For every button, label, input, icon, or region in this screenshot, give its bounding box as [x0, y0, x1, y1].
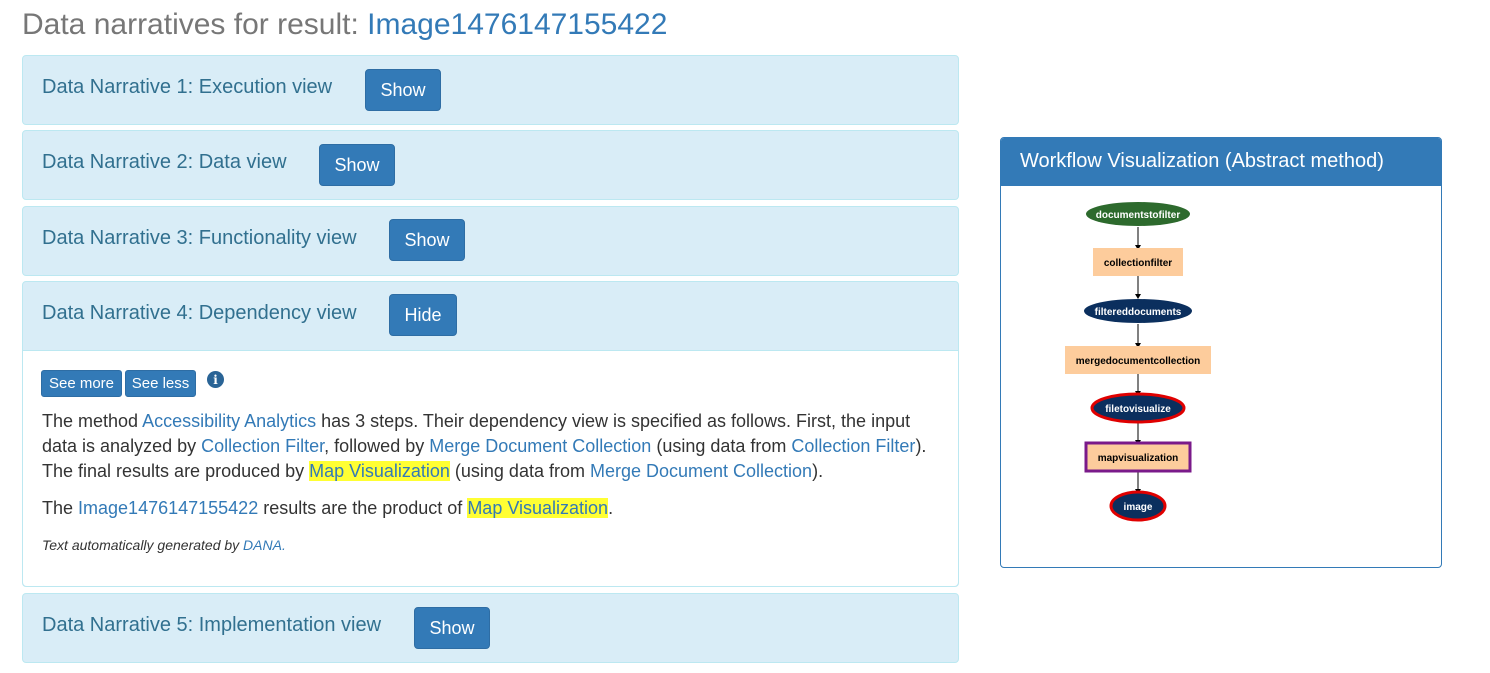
narrative-panel-implementation: Data Narrative 5: Implementation view Sh…	[22, 593, 959, 663]
info-icon[interactable]: i	[207, 371, 224, 388]
step-link[interactable]: Collection Filter	[201, 436, 324, 456]
narrative-heading: Data Narrative 5: Implementation view Sh…	[23, 594, 958, 662]
workflow-node-label: filtereddocuments	[1095, 307, 1182, 318]
narrative-paragraph: The method Accessibility Analytics has 3…	[42, 411, 927, 481]
narrative-title: Data Narrative 1: Execution view	[42, 76, 333, 98]
narrative-heading: Data Narrative 2: Data view Show	[23, 131, 958, 199]
narrative-text: The method Accessibility Analytics has 3…	[42, 409, 947, 558]
workflow-node-label: image	[1124, 502, 1153, 513]
show-button[interactable]: Show	[365, 69, 441, 111]
workflow-panel: Workflow Visualization (Abstract method)…	[1000, 137, 1442, 568]
narrative-panel-data: Data Narrative 2: Data view Show	[22, 130, 959, 200]
method-link[interactable]: Accessibility Analytics	[142, 411, 316, 431]
see-less-button[interactable]: See less	[125, 370, 196, 397]
narrative-heading: Data Narrative 4: Dependency view Hide	[23, 282, 958, 350]
narrative-heading: Data Narrative 3: Functionality view Sho…	[23, 207, 958, 275]
workflow-node-label: mergedocumentcollection	[1076, 356, 1200, 367]
narrative-title: Data Narrative 4: Dependency view	[42, 302, 357, 324]
workflow-title: Workflow Visualization (Abstract method)	[1001, 138, 1441, 186]
narrative-title: Data Narrative 5: Implementation view	[42, 614, 382, 636]
workflow-node-label: filetovisualize	[1105, 404, 1171, 415]
step-link-highlighted[interactable]: Map Visualization	[467, 498, 609, 518]
narrative-heading: Data Narrative 1: Execution view Show	[23, 56, 958, 124]
narrative-paragraph: The Image1476147155422 results are the p…	[42, 498, 614, 518]
workflow-node-label: collectionfilter	[1104, 258, 1172, 269]
workflow-graph: documentstofilter collectionfilter filtere…	[1065, 202, 1211, 522]
workflow-node-label: documentstofilter	[1096, 210, 1181, 221]
workflow-arrowhead	[1135, 294, 1141, 299]
step-link-highlighted[interactable]: Map Visualization	[309, 461, 450, 481]
narrative-panel-functionality: Data Narrative 3: Functionality view Sho…	[22, 206, 959, 276]
narrative-title: Data Narrative 2: Data view	[42, 151, 287, 173]
page-title: Data narratives for result: Image1476147…	[22, 8, 667, 42]
hide-button[interactable]: Hide	[389, 294, 457, 336]
narrative-panel-dependency: Data Narrative 4: Dependency view Hide S…	[22, 281, 959, 587]
show-button[interactable]: Show	[414, 607, 490, 649]
show-button[interactable]: Show	[389, 219, 465, 261]
footnote: Text automatically generated by DANA.	[42, 537, 286, 553]
step-link[interactable]: Collection Filter	[791, 436, 915, 456]
result-link[interactable]: Image1476147155422	[367, 8, 667, 41]
narrative-title: Data Narrative 3: Functionality view	[42, 227, 357, 249]
dana-link[interactable]: DANA.	[243, 537, 286, 553]
step-link[interactable]: Merge Document Collection	[590, 461, 812, 481]
step-link[interactable]: Merge Document Collection	[429, 436, 651, 456]
show-button[interactable]: Show	[319, 144, 395, 186]
see-more-button[interactable]: See more	[41, 370, 122, 397]
narrative-body: See more See less i The method Accessibi…	[23, 350, 958, 586]
page-title-prefix: Data narratives for result:	[22, 8, 359, 41]
workflow-node-label: mapvisualization	[1098, 453, 1179, 464]
narrative-panel-execution: Data Narrative 1: Execution view Show	[22, 55, 959, 125]
result-link[interactable]: Image1476147155422	[78, 498, 258, 518]
